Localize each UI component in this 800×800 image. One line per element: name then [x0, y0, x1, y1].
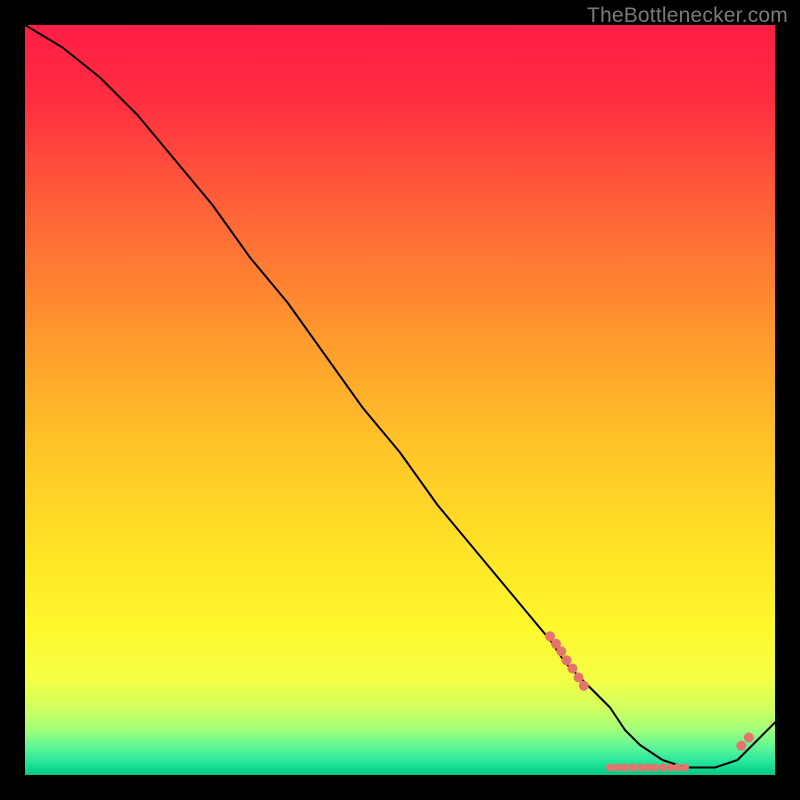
marker-point — [579, 681, 589, 691]
chart-overlay — [25, 25, 775, 775]
marker-point — [651, 764, 659, 772]
marker-point — [681, 764, 689, 772]
marker-point — [644, 764, 652, 772]
marker-point — [736, 741, 746, 751]
marker-point — [659, 764, 667, 772]
chart-canvas: TheBottlenecker.com — [0, 0, 800, 800]
marker-point — [666, 764, 674, 772]
marker-point — [636, 764, 644, 772]
marker-point — [574, 673, 584, 683]
plot-area — [25, 25, 775, 775]
curve-line — [25, 25, 775, 768]
marker-point — [562, 655, 572, 665]
marker-point — [614, 764, 622, 772]
marker-point — [744, 733, 754, 743]
marker-point — [556, 646, 566, 656]
marker-point — [629, 764, 637, 772]
marker-point — [674, 764, 682, 772]
marker-point — [606, 764, 614, 772]
marker-point — [621, 764, 629, 772]
marker-point — [568, 664, 578, 674]
